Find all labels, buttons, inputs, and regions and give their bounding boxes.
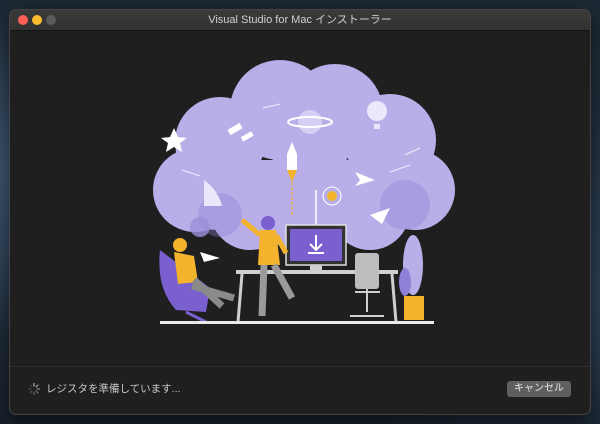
person-sitting-armchair <box>159 238 235 324</box>
installer-window: Visual Studio for Mac インストーラー レジスタを準備してい… <box>10 10 590 414</box>
cancel-button[interactable]: キャンセル <box>507 381 571 397</box>
loading-spinner-icon <box>28 383 40 395</box>
floor-line <box>160 321 434 324</box>
office-chair <box>350 253 384 317</box>
installer-illustration <box>153 60 455 324</box>
footer-divider <box>10 366 590 367</box>
status-text: レジスタを準備しています... <box>46 383 181 395</box>
title-bar[interactable]: Visual Studio for Mac インストーラー <box>10 10 590 31</box>
window-title: Visual Studio for Mac インストーラー <box>208 14 392 26</box>
plant-icon <box>399 235 424 320</box>
monitor-download-icon <box>285 224 347 270</box>
